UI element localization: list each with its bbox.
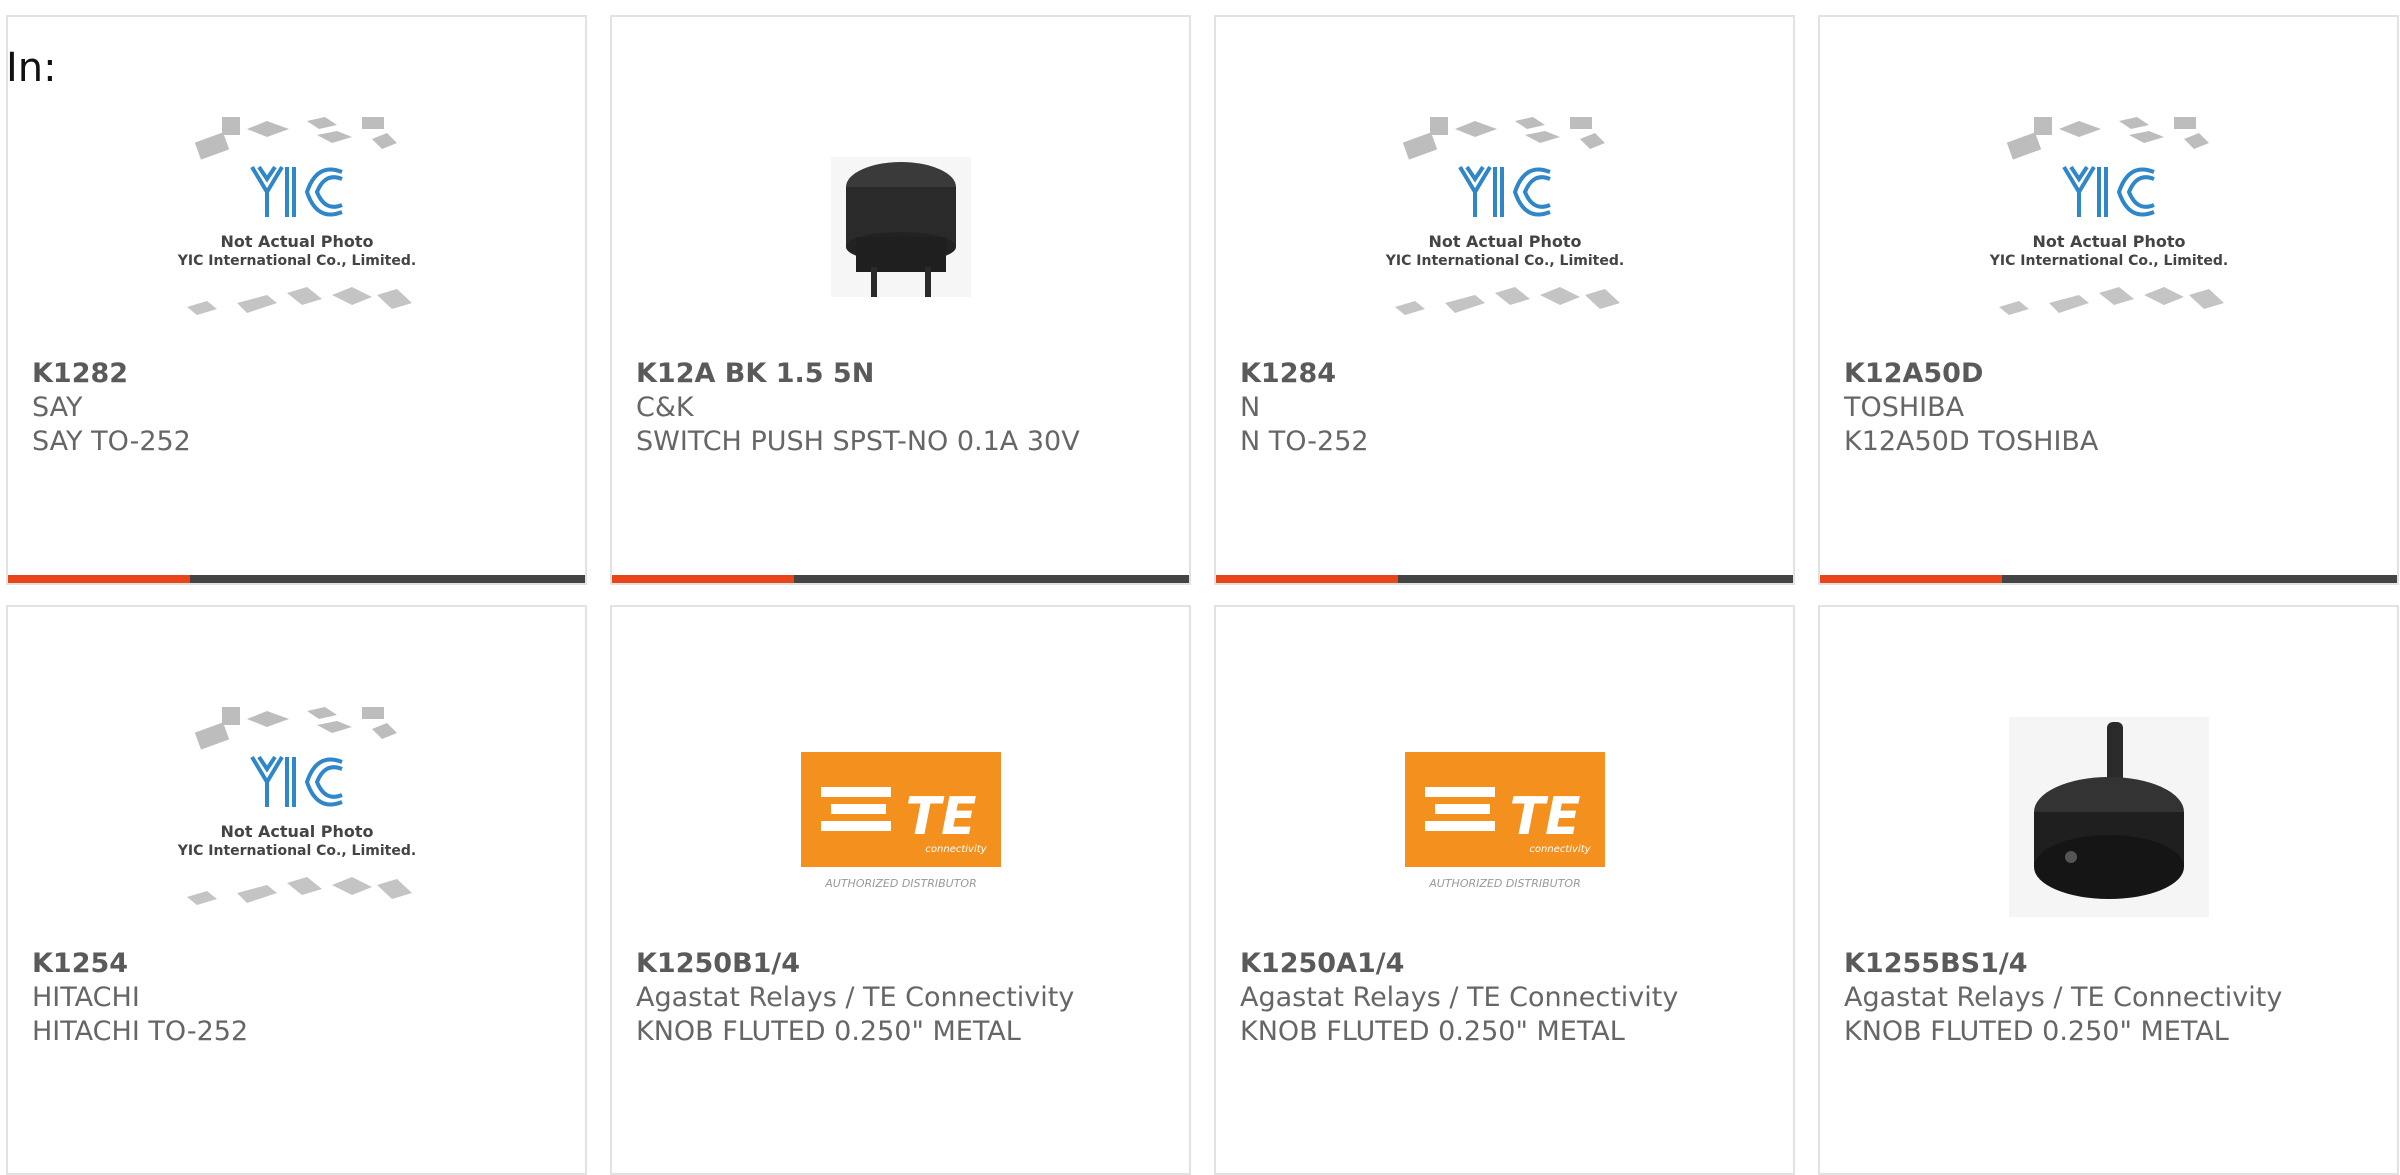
card-bottom-bar <box>1820 575 2397 583</box>
part-number[interactable]: K12A BK 1.5 5N <box>636 357 1080 391</box>
card-bottom-bar <box>612 575 1189 583</box>
product-image[interactable]: Not Actual Photo YIC International Co., … <box>8 87 585 367</box>
product-info: K12A BK 1.5 5N C&K SWITCH PUSH SPST-NO 0… <box>636 357 1080 459</box>
card-bottom-bar <box>1216 575 1793 583</box>
manufacturer: SAY <box>32 392 83 423</box>
product-card[interactable]: Not Actual Photo YIC International Co., … <box>6 605 587 1175</box>
product-image[interactable]: TE connectivity AUTHORIZED DISTRIBUTOR <box>1216 677 1793 957</box>
manufacturer: Agastat Relays / TE Connectivity <box>1240 982 1679 1013</box>
manufacturer: Agastat Relays / TE Connectivity <box>1844 982 2283 1013</box>
part-number[interactable]: K1282 <box>32 357 191 391</box>
push-switch-image <box>830 157 971 297</box>
description: N TO-252 <box>1240 426 1369 457</box>
part-number[interactable]: K1254 <box>32 947 248 981</box>
product-grid: Not Actual Photo YIC International Co., … <box>0 0 2400 1175</box>
manufacturer: N <box>1240 392 1261 423</box>
part-number[interactable]: K1255BS1/4 <box>1844 947 2282 981</box>
product-info: K1250B1/4 Agastat Relays / TE Connectivi… <box>636 947 1074 1049</box>
svg-text:YIC International Co., Limited: YIC International Co., Limited. <box>1384 253 1623 269</box>
product-image[interactable]: Not Actual Photo YIC International Co., … <box>1820 87 2397 367</box>
manufacturer: HITACHI <box>32 982 140 1013</box>
yic-placeholder-image: Not Actual Photo YIC International Co., … <box>1988 117 2228 315</box>
description: KNOB FLUTED 0.250" METAL <box>1240 1016 1625 1047</box>
svg-text:AUTHORIZED DISTRIBUTOR: AUTHORIZED DISTRIBUTOR <box>824 877 977 890</box>
svg-text:connectivity: connectivity <box>925 844 987 855</box>
svg-text:TE: TE <box>1509 787 1580 847</box>
yic-placeholder-image: Not Actual Photo YIC International Co., … <box>1384 117 1624 315</box>
product-image[interactable]: TE connectivity AUTHORIZED DISTRIBUTOR <box>612 677 1189 957</box>
part-number[interactable]: K1284 <box>1240 357 1369 391</box>
svg-text:AUTHORIZED DISTRIBUTOR: AUTHORIZED DISTRIBUTOR <box>1428 877 1581 890</box>
svg-text:Not Actual Photo: Not Actual Photo <box>1428 232 1581 251</box>
product-image[interactable] <box>612 87 1189 367</box>
product-card[interactable]: Not Actual Photo YIC International Co., … <box>6 15 587 585</box>
product-info: K12A50D TOSHIBA K12A50D TOSHIBA <box>1844 357 2098 459</box>
svg-text:Not Actual Photo: Not Actual Photo <box>220 232 373 251</box>
description: HITACHI TO-252 <box>32 1016 249 1047</box>
svg-text:YIC International Co., Limited: YIC International Co., Limited. <box>176 253 415 269</box>
svg-text:connectivity: connectivity <box>1529 844 1591 855</box>
svg-text:Not Actual Photo: Not Actual Photo <box>220 822 373 841</box>
product-info: K1250A1/4 Agastat Relays / TE Connectivi… <box>1240 947 1678 1049</box>
product-card[interactable]: TE connectivity AUTHORIZED DISTRIBUTOR K… <box>610 605 1191 1175</box>
description: KNOB FLUTED 0.250" METAL <box>1844 1016 2229 1047</box>
manufacturer: Agastat Relays / TE Connectivity <box>636 982 1075 1013</box>
product-card[interactable]: K1255BS1/4 Agastat Relays / TE Connectiv… <box>1818 605 2399 1175</box>
part-number[interactable]: K1250B1/4 <box>636 947 1074 981</box>
manufacturer: TOSHIBA <box>1844 392 1965 423</box>
in-label: In: <box>6 45 57 91</box>
product-info: K1282 SAY SAY TO-252 <box>32 357 191 459</box>
product-card[interactable]: TE connectivity AUTHORIZED DISTRIBUTOR K… <box>1214 605 1795 1175</box>
description: SAY TO-252 <box>32 426 191 457</box>
svg-text:Not Actual Photo: Not Actual Photo <box>2032 232 2185 251</box>
product-card[interactable]: Not Actual Photo YIC International Co., … <box>1214 15 1795 585</box>
product-card[interactable]: K12A BK 1.5 5N C&K SWITCH PUSH SPST-NO 0… <box>610 15 1191 585</box>
product-info: K1255BS1/4 Agastat Relays / TE Connectiv… <box>1844 947 2282 1049</box>
description: SWITCH PUSH SPST-NO 0.1A 30V <box>636 426 1080 457</box>
product-card[interactable]: Not Actual Photo YIC International Co., … <box>1818 15 2399 585</box>
product-image[interactable]: Not Actual Photo YIC International Co., … <box>1216 87 1793 367</box>
svg-text:YIC International Co., Limited: YIC International Co., Limited. <box>1988 253 2227 269</box>
yic-placeholder-image: Not Actual Photo YIC International Co., … <box>176 707 416 905</box>
te-connectivity-logo: TE connectivity AUTHORIZED DISTRIBUTOR <box>800 752 1001 890</box>
te-connectivity-logo: TE connectivity AUTHORIZED DISTRIBUTOR <box>1404 752 1605 890</box>
svg-text:YIC International Co., Limited: YIC International Co., Limited. <box>176 843 415 859</box>
description: K12A50D TOSHIBA <box>1844 426 2099 457</box>
part-number[interactable]: K1250A1/4 <box>1240 947 1678 981</box>
yic-placeholder-image: Not Actual Photo YIC International Co., … <box>176 117 416 315</box>
product-image[interactable]: Not Actual Photo YIC International Co., … <box>8 677 585 957</box>
product-image[interactable] <box>1820 677 2397 957</box>
card-bottom-bar <box>8 575 585 583</box>
part-number[interactable]: K12A50D <box>1844 357 2098 391</box>
description: KNOB FLUTED 0.250" METAL <box>636 1016 1021 1047</box>
product-info: K1254 HITACHI HITACHI TO-252 <box>32 947 248 1049</box>
product-info: K1284 N N TO-252 <box>1240 357 1369 459</box>
manufacturer: C&K <box>636 392 694 423</box>
knob-image <box>2008 717 2209 917</box>
svg-text:TE: TE <box>905 787 976 847</box>
